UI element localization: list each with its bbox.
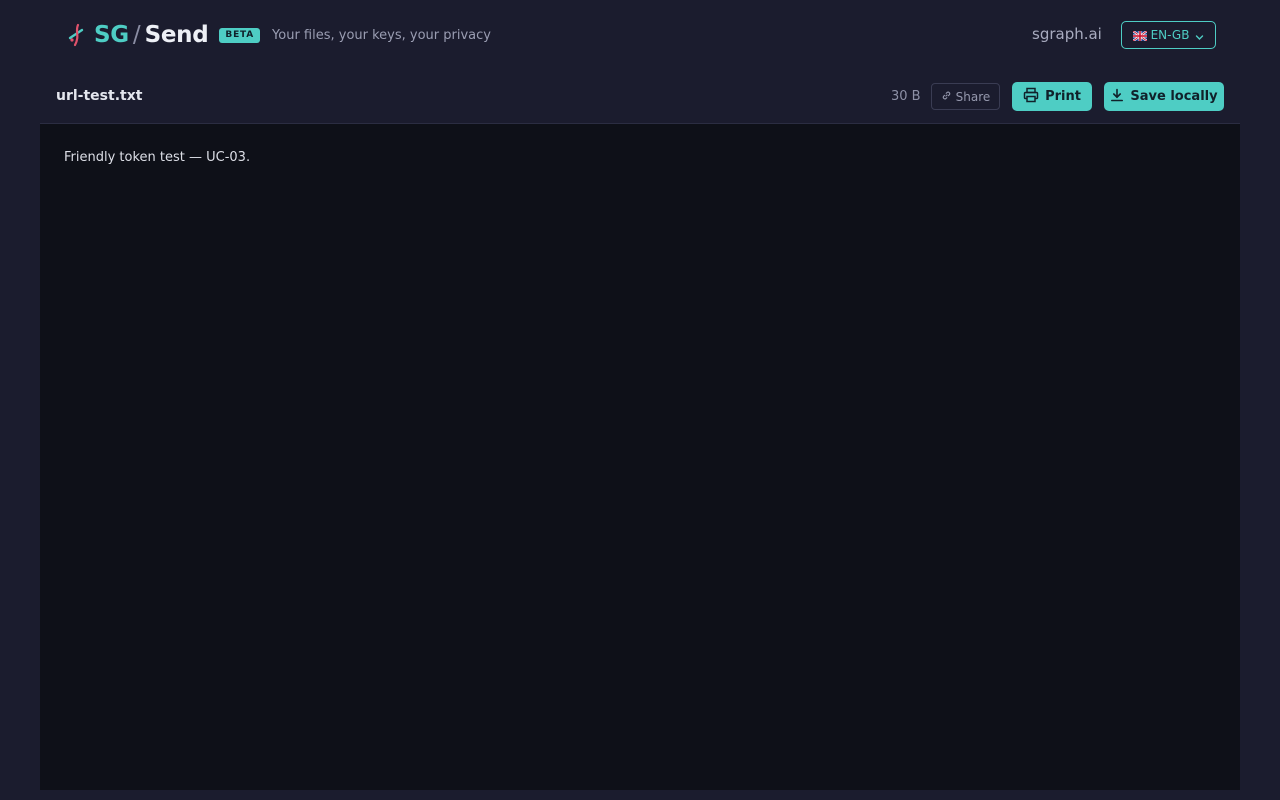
- brand-logo[interactable]: SG / Send BETA Your files, your keys, yo…: [66, 20, 491, 50]
- brand-send-text: Send: [144, 22, 209, 48]
- sgraph-link[interactable]: sgraph.ai: [1032, 25, 1102, 43]
- brand-sg-text: SG: [94, 22, 129, 48]
- top-bar: SG / Send BETA Your files, your keys, yo…: [0, 0, 1280, 70]
- download-icon: [1110, 88, 1124, 106]
- language-label: EN-GB: [1150, 28, 1190, 42]
- file-viewer: Friendly token test — UC-03.: [40, 124, 1240, 790]
- beta-badge: BETA: [219, 27, 261, 43]
- chevron-down-icon: [1195, 31, 1204, 40]
- file-content: Friendly token test — UC-03.: [64, 150, 251, 165]
- uk-flag-icon: [1131, 30, 1148, 42]
- share-button[interactable]: Share: [931, 83, 1000, 110]
- printer-icon: [1023, 87, 1039, 107]
- sg-logo-icon: [66, 22, 88, 48]
- file-name: url-test.txt: [56, 88, 143, 104]
- tagline: Your files, your keys, your privacy: [272, 27, 491, 43]
- link-icon: [941, 90, 952, 104]
- save-locally-button[interactable]: Save locally: [1104, 82, 1224, 111]
- print-button[interactable]: Print: [1012, 82, 1092, 111]
- language-selector[interactable]: EN-GB: [1121, 21, 1216, 49]
- save-locally-label: Save locally: [1130, 89, 1218, 104]
- share-label: Share: [955, 89, 991, 104]
- print-label: Print: [1045, 89, 1081, 104]
- file-size: 30 B: [891, 89, 921, 104]
- brand-slash: /: [132, 22, 141, 48]
- file-toolbar: url-test.txt 30 B Share Print Save local…: [40, 70, 1240, 124]
